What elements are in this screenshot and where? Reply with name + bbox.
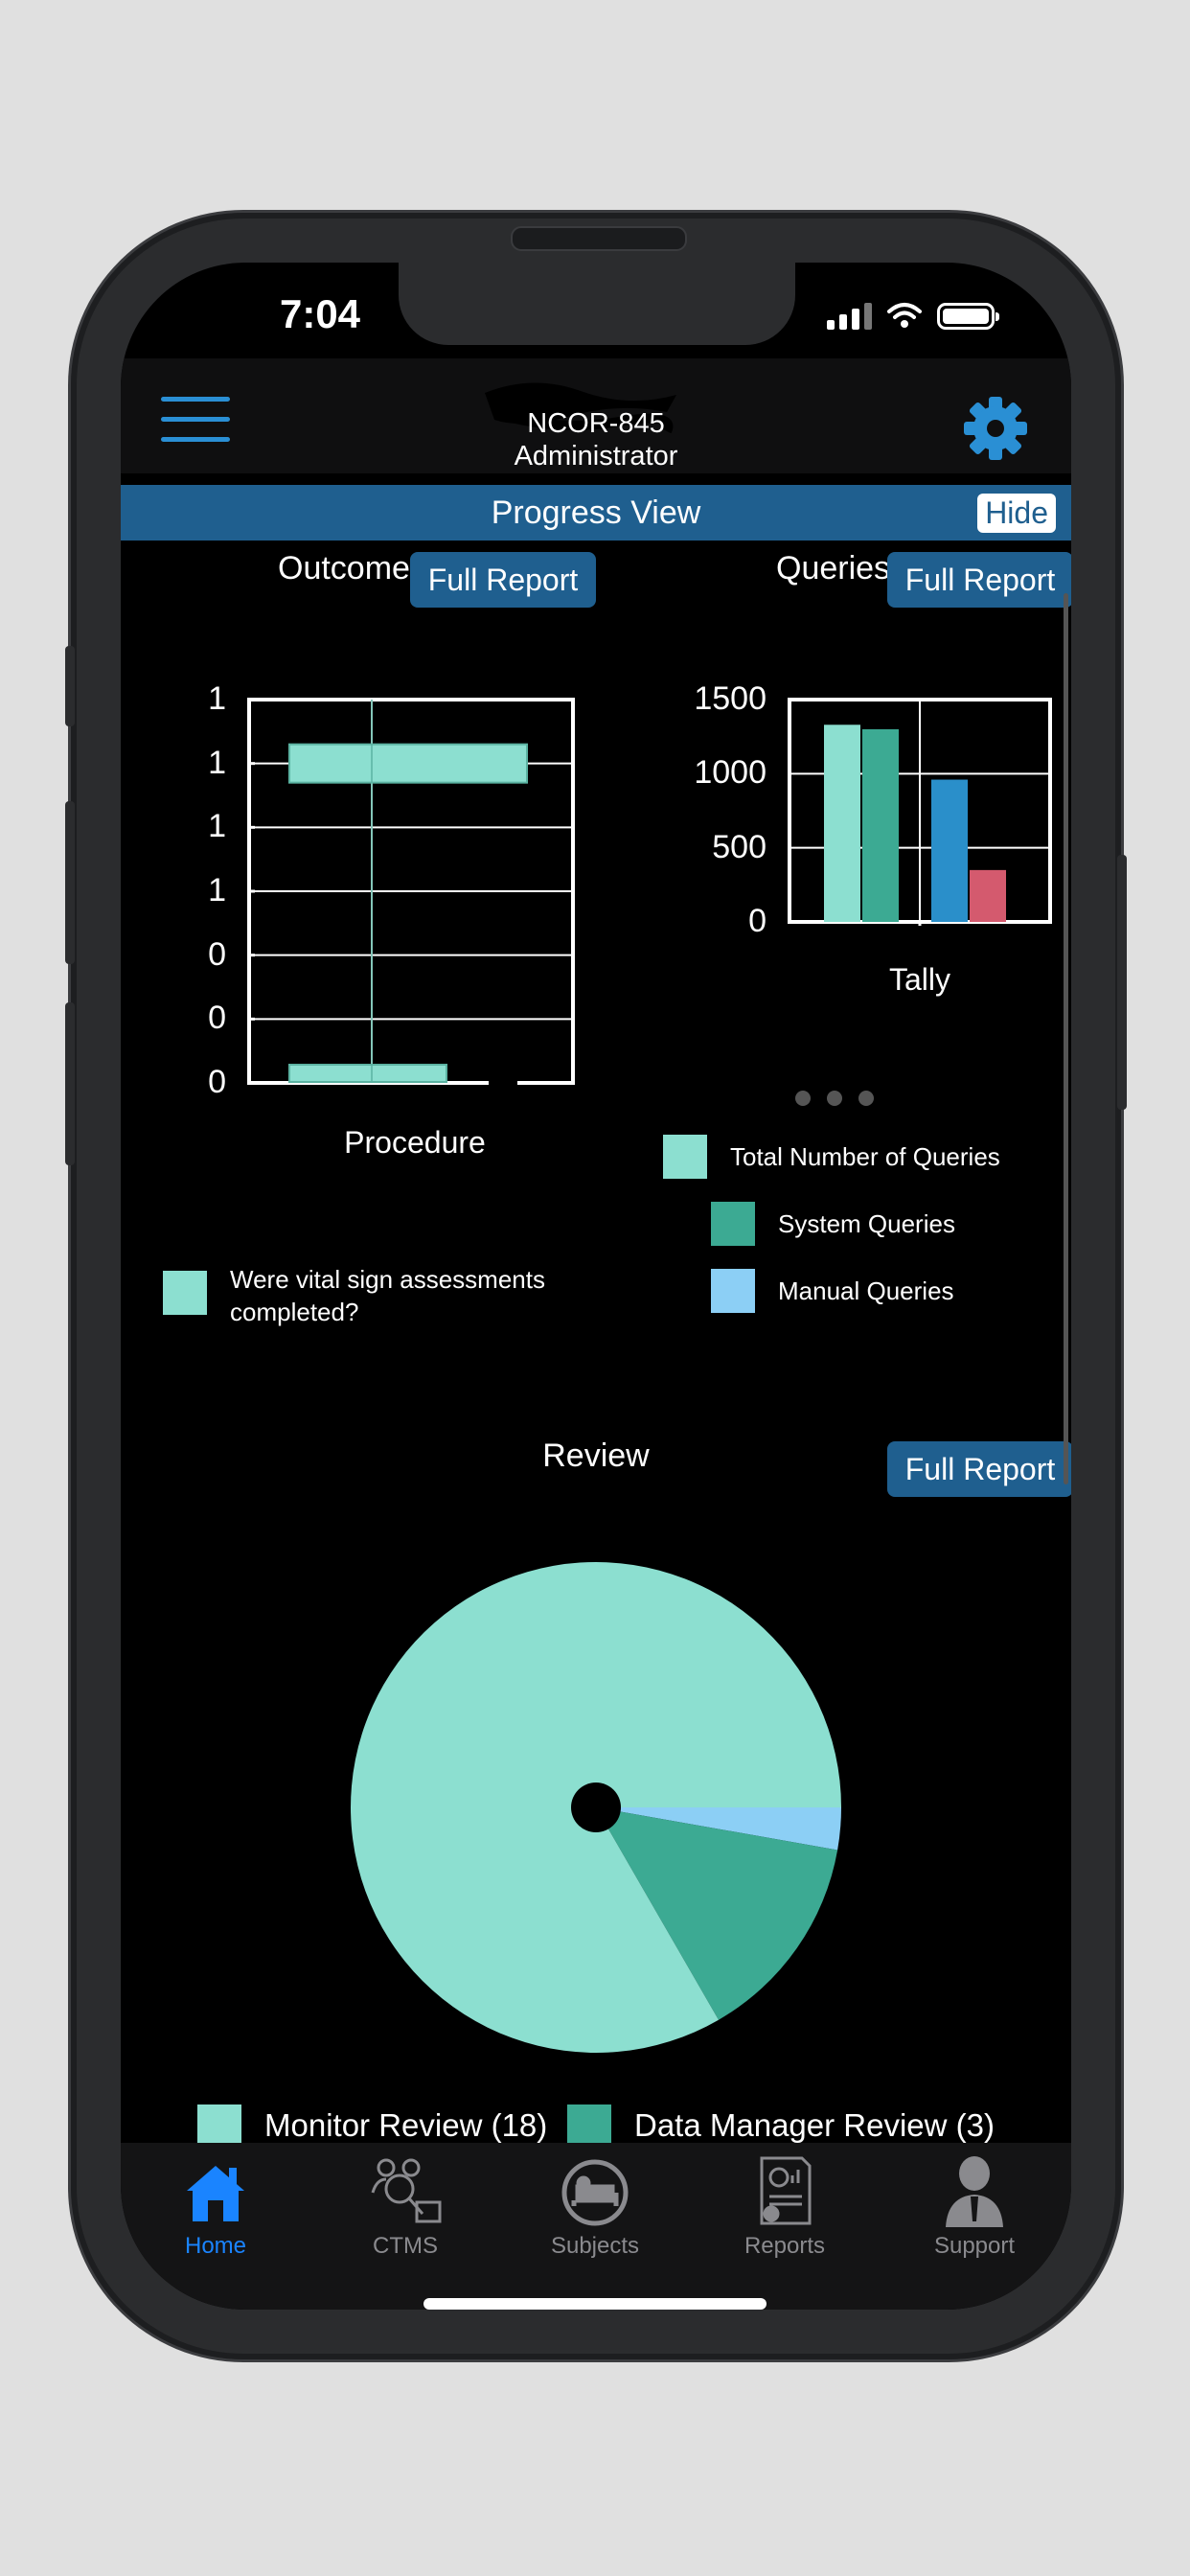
pager-dot xyxy=(827,1091,842,1106)
subjects-icon xyxy=(500,2150,690,2227)
role-label: Administrator xyxy=(514,441,678,472)
queries-bar xyxy=(824,724,860,922)
outcomes-y-tick-label: 0 xyxy=(208,1000,226,1037)
reports-icon xyxy=(690,2150,880,2227)
volume-up-button xyxy=(65,801,75,964)
queries-bar xyxy=(970,869,1006,922)
outcomes-y-tick-label: 0 xyxy=(208,1064,226,1100)
home-indicator[interactable] xyxy=(423,2298,767,2310)
tab-reports[interactable]: Reports xyxy=(690,2150,880,2260)
queries-y-tick-label: 1500 xyxy=(694,680,767,717)
review-legend-swatch xyxy=(197,2104,241,2145)
queries-legend-swatch xyxy=(663,1135,707,1179)
queries-bar xyxy=(862,728,899,922)
tab-support-label: Support xyxy=(933,2233,1016,2259)
ctms-icon xyxy=(310,2150,500,2227)
queries-y-tick-label: 0 xyxy=(748,903,767,939)
gear-icon[interactable] xyxy=(962,395,1029,462)
tab-home[interactable]: Home xyxy=(121,2150,310,2260)
pager-dot xyxy=(795,1091,811,1106)
outcomes-bar xyxy=(288,1064,447,1083)
battery-icon xyxy=(937,303,999,330)
review-full-report-button[interactable]: Full Report xyxy=(887,1441,1071,1497)
progress-view-title: Progress View xyxy=(491,494,701,531)
tab-home-label: Home xyxy=(184,2233,247,2259)
cellular-signal-icon xyxy=(827,303,872,330)
speaker-grille xyxy=(511,226,687,251)
tab-ctms-label: CTMS xyxy=(373,2233,438,2259)
queries-x-axis-label: Tally xyxy=(888,962,950,997)
tab-subjects[interactable]: Subjects xyxy=(500,2150,690,2260)
outcomes-chart xyxy=(247,698,575,1086)
scroll-indicator[interactable] xyxy=(1064,593,1068,1484)
home-icon xyxy=(121,2150,310,2227)
queries-chart xyxy=(788,698,1052,926)
wifi-icon xyxy=(887,303,922,328)
review-pie-center xyxy=(571,1782,621,1832)
review-legend-label: Data Manager Review (3) xyxy=(634,2107,995,2143)
review-legend-swatch xyxy=(567,2104,611,2145)
queries-y-tick-label: 1000 xyxy=(694,754,767,792)
pager-dot xyxy=(858,1091,874,1106)
outcomes-y-tick-label: 1 xyxy=(208,680,226,717)
outcomes-axis-gap xyxy=(489,1080,517,1086)
outcomes-y-tick-label: 1 xyxy=(208,744,226,781)
screen: 7:04 NCOR-845 Administrator Progress Vie… xyxy=(121,263,1071,2310)
progress-view-bar: Progress View Hide xyxy=(121,485,1071,540)
hide-button[interactable]: Hide xyxy=(977,494,1056,533)
tab-ctms[interactable]: CTMS xyxy=(310,2150,500,2260)
outcomes-legend-label: Were vital sign assessments completed? xyxy=(230,1265,545,1326)
status-time: 7:04 xyxy=(279,291,361,336)
tab-reports-label: Reports xyxy=(744,2233,826,2259)
mute-switch xyxy=(65,646,75,726)
outcomes-legend-swatch xyxy=(163,1271,207,1315)
power-button xyxy=(1117,855,1127,1110)
queries-bar xyxy=(931,779,968,922)
outcomes-y-tick-label: 0 xyxy=(208,935,226,973)
outcomes-title: Outcomes xyxy=(278,550,426,586)
tab-support[interactable]: Support xyxy=(880,2150,1069,2260)
queries-legend-label: Manual Queries xyxy=(778,1276,954,1305)
outcomes-full-report-button[interactable]: Full Report xyxy=(410,552,596,608)
app-header: NCOR-845 Administrator xyxy=(121,358,1071,473)
outcomes-x-axis-label: Procedure xyxy=(344,1125,486,1160)
queries-y-tick-label: 500 xyxy=(712,828,767,865)
queries-legend-swatch xyxy=(711,1269,755,1313)
review-pie-chart xyxy=(351,1562,841,2053)
tab-subjects-label: Subjects xyxy=(550,2233,640,2259)
tab-bar: Home CTMS Subjects Reports Support xyxy=(121,2143,1071,2310)
queries-legend-label: Total Number of Queries xyxy=(730,1142,1000,1171)
queries-legend-label: System Queries xyxy=(778,1209,955,1238)
status-icons xyxy=(827,301,999,330)
volume-down-button xyxy=(65,1002,75,1165)
outcomes-bar xyxy=(288,743,528,784)
outcomes-y-tick-label: 1 xyxy=(208,808,226,845)
outcomes-y-tick-label: 1 xyxy=(208,872,226,908)
support-icon xyxy=(880,2150,1069,2227)
notch xyxy=(399,263,795,345)
queries-full-report-button[interactable]: Full Report xyxy=(887,552,1071,608)
queries-title: Queries xyxy=(776,550,891,586)
project-label: NCOR-845 xyxy=(527,408,665,439)
queries-legend-swatch xyxy=(711,1202,755,1246)
